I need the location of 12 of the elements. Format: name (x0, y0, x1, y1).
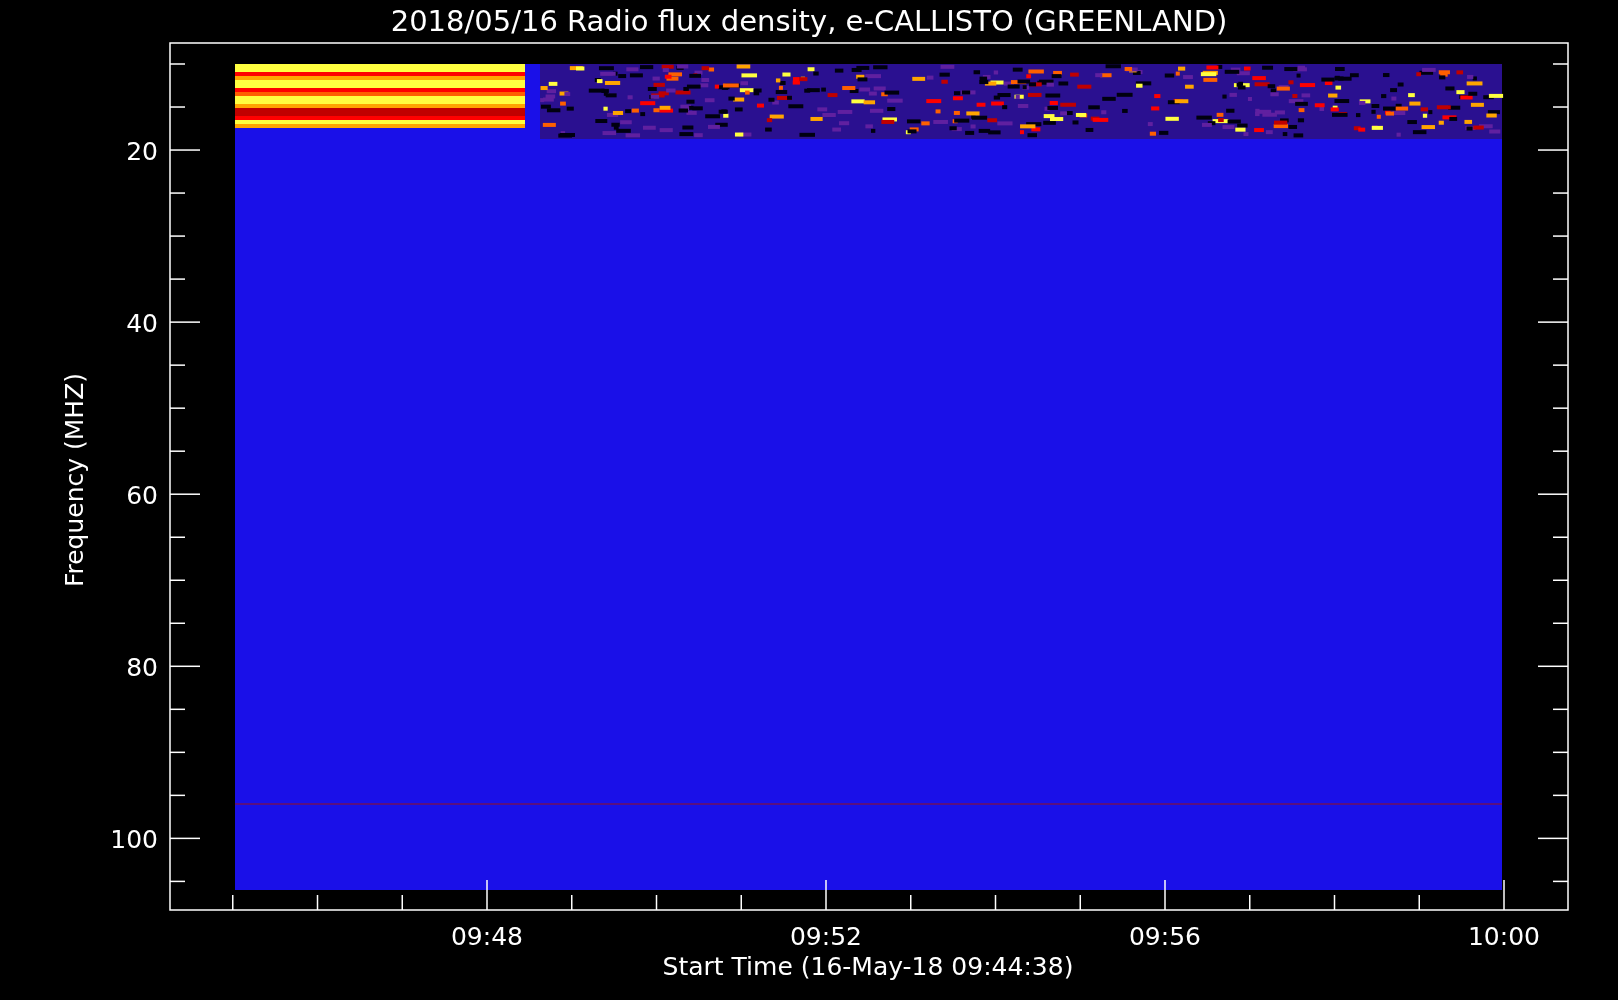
y-axis-label: Frequency (MHZ) (60, 372, 89, 588)
x-tick-label: 10:00 (1468, 922, 1540, 951)
y-tick-label: 60 (126, 481, 158, 511)
x-tick-label: 09:56 (1129, 922, 1201, 951)
y-tick-label: 80 (126, 653, 158, 683)
y-tick-label: 40 (126, 309, 158, 339)
y-tick-label: 100 (110, 825, 158, 855)
x-axis-label: Start Time (16-May-18 09:44:38) (662, 952, 1074, 981)
x-tick-label: 09:48 (451, 922, 523, 951)
x-tick-label: 09:52 (790, 922, 862, 951)
y-tick-label: 20 (126, 137, 158, 167)
chart-title: 2018/05/16 Radio flux density, e-CALLISTO (GREENLAND) (390, 4, 1228, 38)
